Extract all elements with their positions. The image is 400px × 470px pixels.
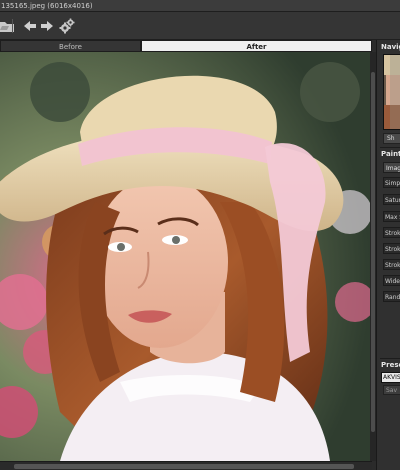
- presets-title: Preset: [381, 361, 400, 369]
- redo-arrow-icon[interactable]: [38, 17, 56, 35]
- toolbar-separator: [12, 19, 13, 33]
- settings-panel: Navig Sh Painta Image Simpl Satura Max S…: [376, 40, 400, 470]
- max-stroke-param[interactable]: Max St: [383, 211, 400, 222]
- stroke-param-1[interactable]: Stroke: [383, 227, 400, 238]
- save-preset-button[interactable]: Sav: [383, 385, 400, 395]
- title-bar: 135165.jpeg (6016x4016): [0, 0, 400, 12]
- settings-gear-icon[interactable]: [58, 17, 76, 35]
- open-icon[interactable]: [0, 17, 16, 35]
- stroke-param-2[interactable]: Stroke: [383, 243, 400, 254]
- tab-after[interactable]: After: [141, 40, 372, 52]
- view-tabs: Before After: [0, 40, 372, 52]
- vertical-scroll-thumb[interactable]: [371, 72, 375, 432]
- painted-portrait-image: [0, 52, 370, 461]
- stroke-param-3[interactable]: Stroke: [383, 259, 400, 270]
- simplicity-param[interactable]: Simpl: [383, 177, 400, 188]
- randomize-param[interactable]: Rando: [383, 291, 400, 302]
- painting-section-title: Painta: [381, 150, 400, 158]
- tab-before[interactable]: Before: [0, 40, 141, 52]
- toolbar: [0, 12, 400, 40]
- navigator-preview-image: [384, 55, 400, 129]
- preset-select[interactable]: AKVIS: [381, 372, 400, 383]
- navigator-title: Navig: [381, 43, 400, 51]
- wide-brush-param[interactable]: Wide B: [383, 275, 400, 286]
- navigator-thumbnail[interactable]: [383, 54, 400, 130]
- window-title: 135165.jpeg (6016x4016): [1, 2, 93, 10]
- show-button[interactable]: Sh: [383, 133, 400, 144]
- saturation-param[interactable]: Satura: [383, 194, 400, 205]
- panel-divider: [380, 358, 400, 359]
- undo-arrow-icon[interactable]: [21, 17, 39, 35]
- panel-divider: [380, 147, 400, 148]
- image-canvas[interactable]: [0, 52, 370, 461]
- image-param[interactable]: Image: [383, 162, 400, 173]
- horizontal-scroll-thumb[interactable]: [14, 464, 354, 469]
- horizontal-scrollbar[interactable]: [0, 461, 372, 470]
